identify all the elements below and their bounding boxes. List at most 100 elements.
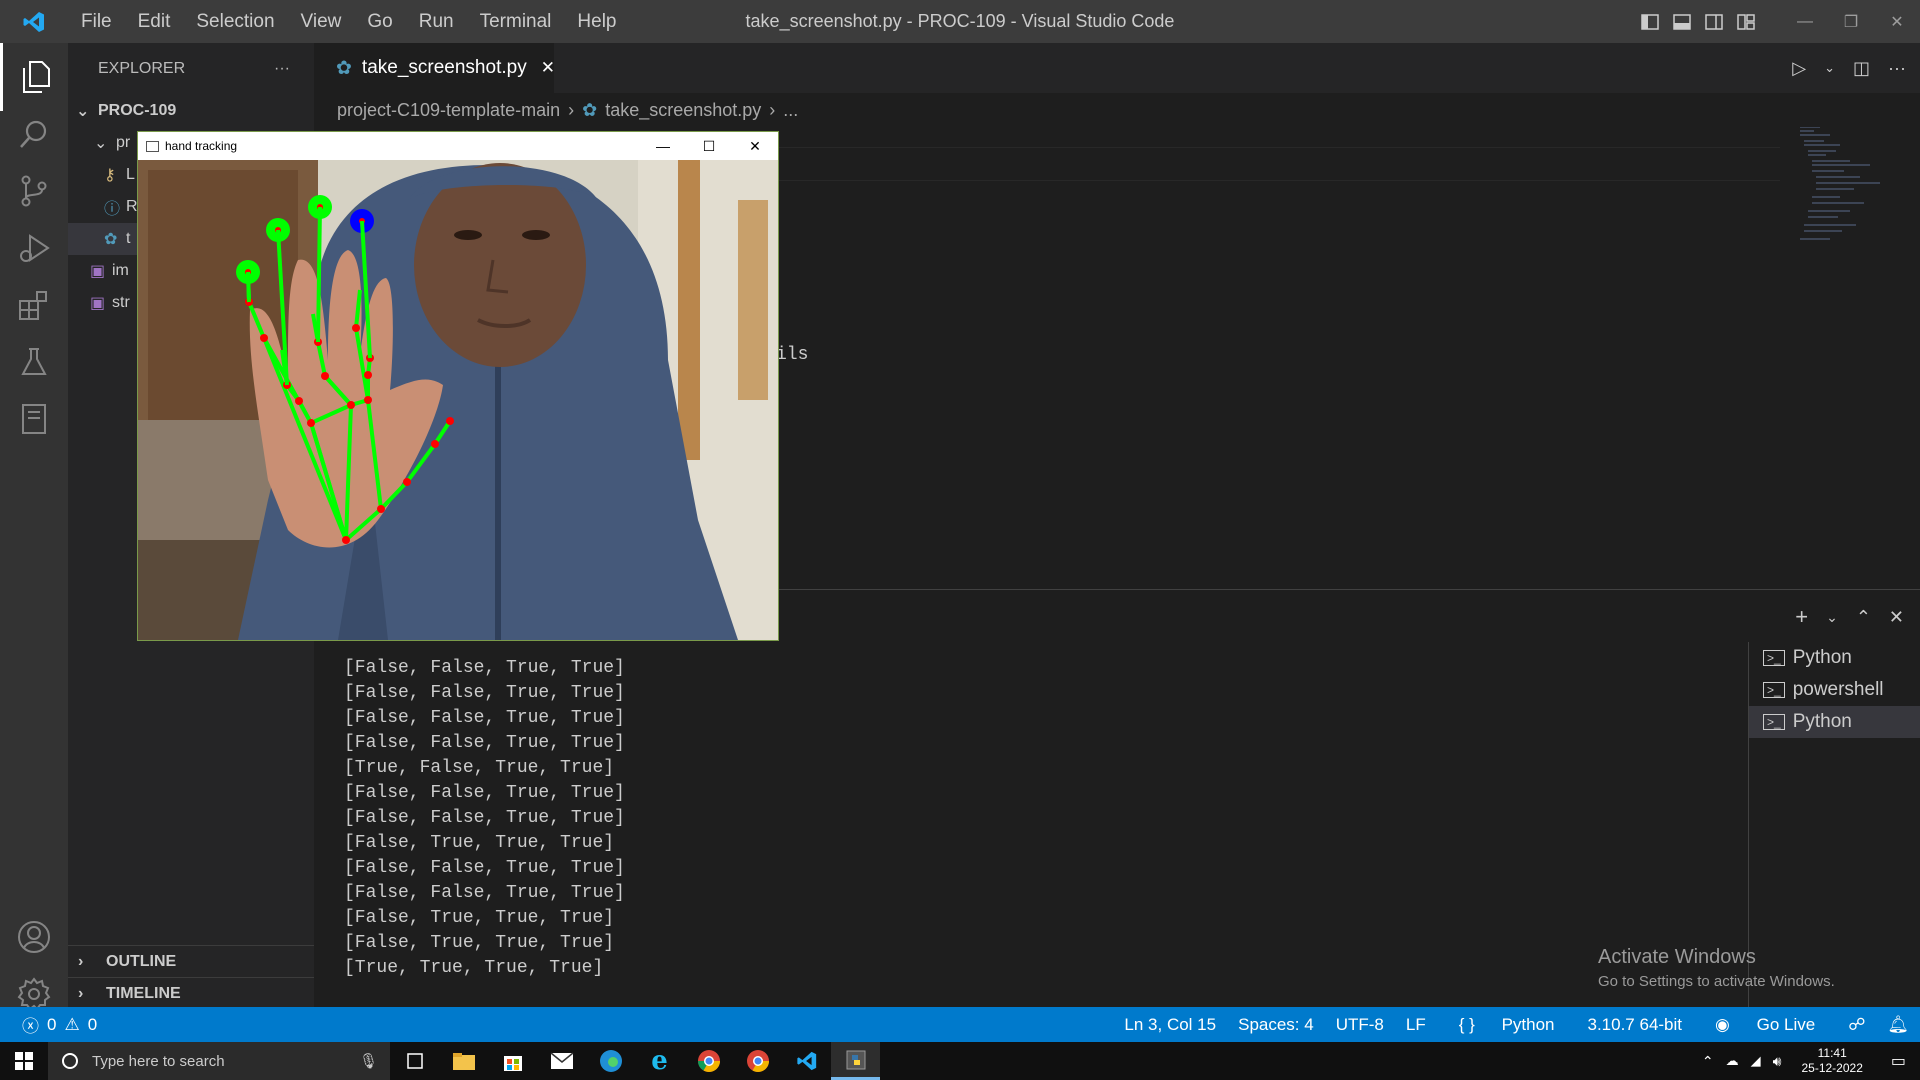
terminal-line: [False, False, True, True] (344, 733, 625, 753)
tab-take-screenshot[interactable]: ✿ take_screenshot.py ✕ (314, 43, 555, 93)
activity-bar (0, 43, 68, 1011)
key-icon: ⚷ (104, 167, 116, 184)
taskbar-search[interactable]: Type here to search 🎙︎ (48, 1042, 390, 1080)
toggle-primary-sidebar-icon[interactable] (1634, 0, 1666, 43)
customize-layout-icon[interactable] (1730, 0, 1762, 43)
popup-close-icon[interactable]: ✕ (732, 132, 778, 160)
line-ending[interactable]: LF (1395, 1015, 1437, 1035)
terminal-line: [True, True, True, True] (344, 958, 604, 978)
mail-icon[interactable] (537, 1042, 586, 1080)
braces-icon: { } (1458, 1014, 1475, 1034)
close-tab-icon[interactable]: ✕ (541, 58, 555, 78)
python-interpreter[interactable]: 3.10.7 64-bit (1577, 1015, 1694, 1035)
chrome-profile-icon[interactable] (733, 1042, 782, 1080)
terminal-line: [False, False, True, True] (344, 708, 625, 728)
more-actions-icon[interactable]: ··· (1888, 58, 1906, 79)
menu-run[interactable]: Run (406, 0, 467, 43)
indentation[interactable]: Spaces: 4 (1227, 1015, 1325, 1035)
chevron-down-icon[interactable]: ⌄ (1826, 609, 1838, 626)
popup-maximize-icon[interactable]: ☐ (686, 132, 732, 160)
project-folder-proc109[interactable]: ⌄ PROC-109 (68, 95, 314, 127)
notebook-icon[interactable] (0, 385, 68, 453)
menu-view[interactable]: View (288, 0, 355, 43)
search-circle-icon (62, 1053, 78, 1069)
show-hidden-icons-icon[interactable]: ⌃ (1696, 1053, 1720, 1070)
activate-windows-watermark: Activate Windows Go to Settings to activ… (1598, 946, 1835, 990)
microsoft-store-icon[interactable] (488, 1042, 537, 1080)
timeline-section[interactable]: › TIMELINE (68, 977, 314, 1010)
terminal-session-powershell[interactable]: >_ powershell (1749, 674, 1920, 706)
microphone-icon[interactable]: 🎙︎ (359, 1052, 378, 1070)
search-placeholder: Type here to search (92, 1052, 225, 1070)
chevron-right-icon: › (78, 985, 84, 1002)
menu-edit[interactable]: Edit (125, 0, 184, 43)
system-clock[interactable]: 11:41 25-12-2022 (1787, 1046, 1876, 1076)
terminal-line: [False, False, True, True] (344, 808, 625, 828)
volume-icon[interactable]: 🔊︎ (1767, 1053, 1788, 1070)
explorer-more-actions[interactable]: ··· (274, 60, 290, 78)
breadcrumb-more[interactable]: ... (783, 100, 798, 121)
wifi-icon[interactable]: ◢ (1745, 1053, 1767, 1069)
outline-section[interactable]: › OUTLINE (68, 945, 314, 978)
problems-indicator[interactable]: ⓧ 0 ⚠ 0 (0, 1012, 97, 1037)
onedrive-icon[interactable]: ☁ (1720, 1053, 1745, 1069)
chevron-down-icon[interactable]: ⌄ (1824, 60, 1835, 76)
menu-terminal[interactable]: Terminal (467, 0, 565, 43)
minimap[interactable] (1780, 126, 1920, 267)
vscode-taskbar-icon[interactable] (782, 1042, 831, 1080)
file-explorer-icon[interactable] (439, 1042, 488, 1080)
terminal-session-python-active[interactable]: >_ Python (1749, 706, 1920, 738)
python-file-icon: ✿ (582, 99, 598, 120)
menu-file[interactable]: File (68, 0, 125, 43)
toggle-panel-icon[interactable] (1666, 0, 1698, 43)
new-terminal-icon[interactable]: + (1795, 604, 1808, 630)
terminal-line: [False, False, True, True] (344, 658, 625, 678)
notification-center-icon[interactable]: ▭ (1877, 1051, 1920, 1071)
chrome-browser-icon[interactable] (684, 1042, 733, 1080)
minimize-window-icon[interactable]: — (1782, 0, 1828, 43)
go-live-button[interactable]: ◉ Go Live (1693, 1015, 1837, 1035)
close-panel-icon[interactable]: ✕ (1889, 607, 1904, 628)
error-icon: ⓧ (22, 1017, 39, 1036)
broadcast-icon: ◉ (1715, 1014, 1730, 1034)
terminal-line: [False, False, True, True] (344, 883, 625, 903)
breadcrumb-folder[interactable]: project-C109-template-main (337, 100, 560, 121)
menu-go[interactable]: Go (354, 0, 405, 43)
run-python-file-icon[interactable]: ▷ (1792, 58, 1806, 79)
internet-explorer-icon[interactable]: e (635, 1042, 684, 1080)
task-view-icon[interactable] (390, 1042, 439, 1080)
split-editor-icon[interactable]: ◫ (1853, 58, 1870, 79)
edge-browser-icon[interactable] (586, 1042, 635, 1080)
title-bar: File Edit Selection View Go Run Terminal… (0, 0, 1920, 43)
chevron-right-icon: › (769, 99, 776, 120)
terminal-icon: >_ (1763, 714, 1785, 730)
menu-bar: File Edit Selection View Go Run Terminal… (68, 0, 630, 43)
maximize-panel-icon[interactable]: ⌃ (1856, 607, 1871, 628)
close-window-icon[interactable]: ✕ (1874, 0, 1920, 43)
breadcrumb-file[interactable]: take_screenshot.py (605, 100, 761, 121)
popup-title-bar[interactable]: hand tracking — ☐ ✕ (138, 132, 778, 160)
menu-selection[interactable]: Selection (183, 0, 287, 43)
language-mode[interactable]: { } Python (1437, 1015, 1577, 1035)
terminal-line: [False, True, True, True] (344, 933, 615, 953)
info-icon: ⓘ (104, 201, 121, 218)
chevron-down-icon: ⌄ (94, 135, 108, 152)
terminal-output[interactable]: [False, False, True, True] [False, False… (344, 656, 625, 981)
image-file-icon: ▣ (90, 263, 106, 280)
editor-tabs: ✿ take_screenshot.py ✕ ▷ ⌄ ◫ ··· (314, 43, 1920, 93)
windows-start-icon[interactable] (0, 1042, 48, 1080)
cursor-position[interactable]: Ln 3, Col 15 (1113, 1015, 1227, 1035)
code-fragment: ils (776, 345, 809, 365)
hand-tracking-window[interactable]: hand tracking — ☐ ✕ (137, 131, 779, 641)
encoding[interactable]: UTF-8 (1325, 1015, 1395, 1035)
status-bar: ⓧ 0 ⚠ 0 Ln 3, Col 15 Spaces: 4 UTF-8 LF … (0, 1007, 1920, 1042)
popup-minimize-icon[interactable]: — (640, 132, 686, 160)
python-file-icon: ✿ (336, 57, 352, 79)
menu-help[interactable]: Help (564, 0, 629, 43)
toggle-secondary-sidebar-icon[interactable] (1698, 0, 1730, 43)
python-taskbar-icon[interactable] (831, 1042, 880, 1080)
terminal-session-python[interactable]: >_ Python (1749, 642, 1920, 674)
restore-window-icon[interactable]: ❐ (1828, 0, 1874, 43)
notifications-bell-icon[interactable]: 🔔︎ (1876, 1015, 1920, 1035)
feedback-icon[interactable]: ☍ (1837, 1015, 1876, 1035)
